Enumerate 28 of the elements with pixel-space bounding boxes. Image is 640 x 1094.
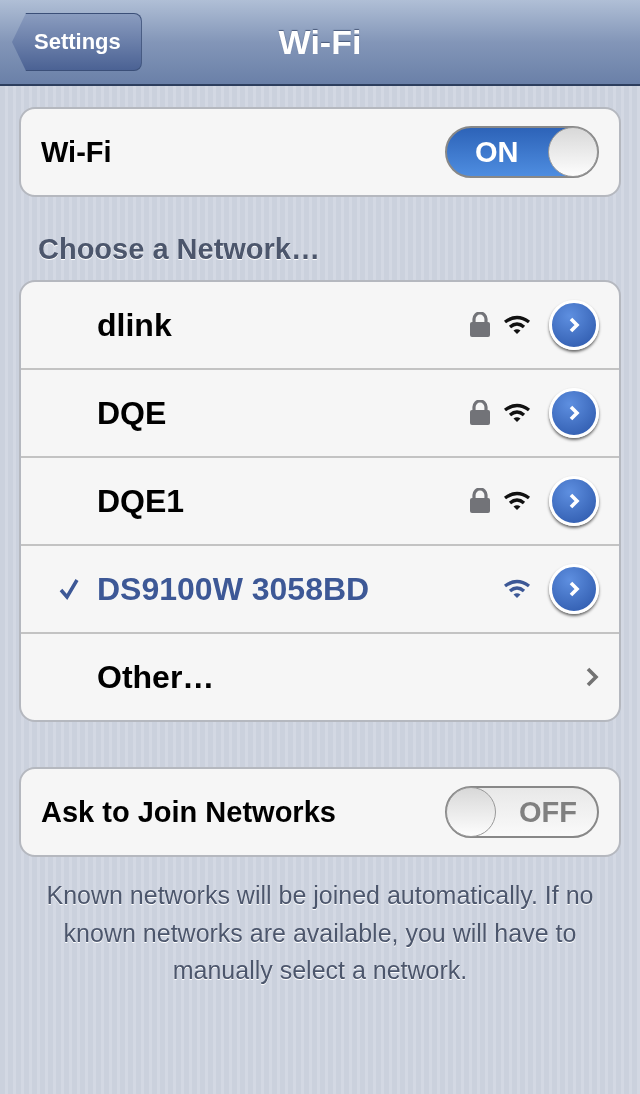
network-row[interactable]: DQE1 [21,456,619,544]
network-name: DS9100W 3058BD [97,570,371,608]
wifi-signal-icon [503,315,531,335]
row-label: Wi-Fi [41,135,113,169]
wifi-signal-icon [503,579,531,599]
network-name: Other… [97,658,216,696]
footer-text: Known networks will be joined automatically. If no known networks are available, you will have to manually select a network. [46,880,594,986]
toggle-switch[interactable]: ON [445,126,599,178]
network-row[interactable]: DS9100W 3058BD [21,544,619,632]
detail-disclosure-button[interactable] [549,476,599,526]
network-row[interactable]: dlink [21,282,619,368]
window-title: Wi-Fi [278,22,362,62]
row-label: Ask to Join Networks [41,795,337,829]
detail-disclosure-button[interactable] [549,388,599,438]
wifi-signal-icon [503,491,531,511]
detail-disclosure-button[interactable] [549,564,599,614]
checkmark-icon [59,578,79,600]
wifi-signal-icon [503,403,531,423]
network-name: DQE1 [97,482,186,520]
detail-disclosure-button[interactable] [549,300,599,350]
chevron-icon [585,666,599,688]
section-header: Choose a Network… [38,233,321,266]
network-row[interactable]: Other… [21,632,619,720]
network-name: DQE [97,394,168,432]
network-row[interactable]: DQE [21,368,619,456]
back-button[interactable]: Settings [12,13,142,71]
network-name: dlink [97,306,173,344]
toggle-switch[interactable]: OFF [445,786,599,838]
